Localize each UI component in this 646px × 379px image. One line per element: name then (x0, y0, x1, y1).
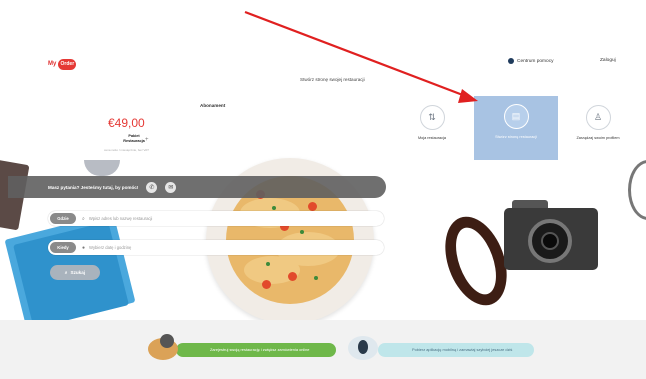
service-label: Stwórz stronę restauracji (495, 135, 537, 139)
price-note: cena netto / miesięcznie, bez VAT (104, 148, 149, 152)
page-tagline: Stwórz stronę swojej restauracji (300, 77, 365, 82)
camera-lens-core-image (541, 232, 559, 250)
search-icon: ⌕ (82, 215, 85, 222)
login-label: Zaloguj (600, 58, 616, 63)
swap-icon: ⇅ (419, 105, 445, 130)
phone-button[interactable]: ✆ (146, 181, 158, 193)
promo-illustration-1-detail (160, 334, 174, 348)
user-icon: ♙ (585, 105, 611, 130)
location-input[interactable] (88, 216, 379, 221)
search-button-icon: ⌕ (64, 270, 68, 275)
help-banner: Masz pytania? Jesteśmy tutaj, by pomóc! … (8, 176, 386, 198)
help-label: Centrum pomocy (517, 58, 554, 64)
pricing-title: Abonament (200, 103, 226, 108)
page: My Order Centrum pomocy Zaloguj Stwórz s… (0, 0, 646, 379)
brand-logo[interactable]: My Order (48, 57, 88, 71)
promo-register-text: Zarejestruj swoją restaurację i zwiększ … (210, 346, 310, 352)
service-create-page[interactable]: ▤ Stwórz stronę restauracji (474, 96, 558, 160)
date-field[interactable]: Kiedy ● (48, 240, 384, 255)
price-value: €49,00 (108, 116, 145, 130)
storefront-icon: ▤ (503, 104, 529, 129)
date-tag: Kiedy (50, 242, 76, 253)
service-my-restaurant[interactable]: ⇅ Moja restauracja (412, 105, 452, 141)
service-manage-profile[interactable]: ♙ Zarządzaj swoim profilem (566, 105, 630, 141)
help-icon (508, 58, 514, 64)
help-center-link[interactable]: Centrum pomocy (508, 58, 554, 64)
location-pin-icon: ● (82, 244, 86, 251)
banner-text: Masz pytania? Jesteśmy tutaj, by pomóc! (48, 184, 139, 190)
edge-object-image (628, 160, 646, 220)
promo-register-banner[interactable]: Zarejestruj swoją restaurację i zwiększ … (176, 343, 336, 357)
date-input[interactable] (89, 245, 380, 250)
location-field[interactable]: Gdzie ⌕ (48, 211, 384, 226)
service-label: Zarządzaj swoim profilem (576, 136, 620, 140)
promo-app-banner[interactable]: Pobierz aplikację mobilną i zamawiaj szy… (378, 343, 534, 357)
search-button[interactable]: ⌕ Szukaj (50, 265, 100, 280)
service-label: Moja restauracja (417, 136, 447, 140)
search-button-label: Szukaj (70, 270, 86, 275)
promo-illustration-2-detail (358, 340, 368, 354)
login-link[interactable]: Zaloguj (600, 58, 616, 63)
chat-button[interactable]: ✉ (165, 181, 177, 193)
logo-badge: Order (58, 58, 77, 70)
plus-icon: + (145, 137, 149, 143)
logo-text: My (48, 61, 57, 67)
promo-app-text: Pobierz aplikację mobilną i zamawiaj szy… (412, 346, 513, 352)
location-tag: Gdzie (50, 213, 76, 224)
bowl-image (84, 160, 120, 176)
